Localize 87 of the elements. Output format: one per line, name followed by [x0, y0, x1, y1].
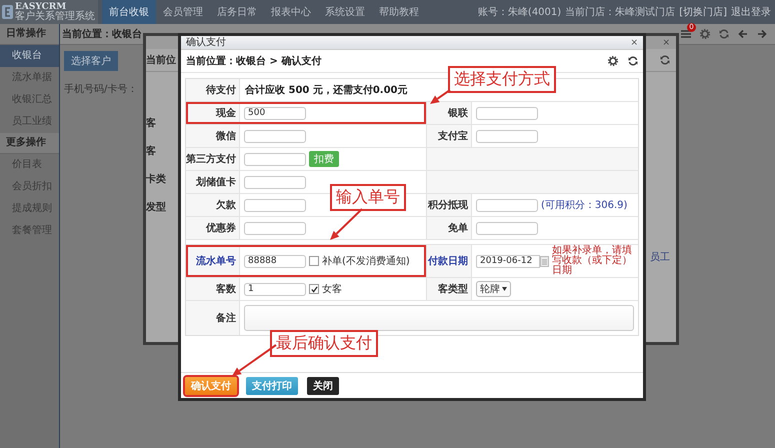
field-label: 微信: [186, 125, 240, 147]
breadcrumb: 当前位置：收银台: [62, 28, 142, 41]
date-hint: 如果补录单，请填写收款（或下定）日期: [552, 245, 633, 277]
callout-label: 最后确认支付: [270, 330, 378, 357]
callout-arrow: [430, 89, 451, 104]
input-field[interactable]: [244, 130, 306, 142]
account-link[interactable]: [切换门店]: [679, 5, 727, 19]
forward-arrow-icon[interactable]: [757, 29, 767, 39]
nav-tab[interactable]: 帮助教程: [372, 0, 426, 24]
close-button[interactable]: 关闭: [307, 377, 339, 395]
nav-tab[interactable]: 报表中心: [264, 0, 318, 24]
input-field[interactable]: [244, 198, 306, 212]
deduct-button[interactable]: 扣费: [309, 151, 339, 167]
sidebar-item[interactable]: 收银台: [0, 45, 59, 67]
field-label: 发型: [146, 200, 166, 214]
close-button[interactable]: ×: [662, 38, 670, 48]
callout-arrow: [330, 208, 363, 240]
field-label: 待支付: [186, 79, 240, 101]
checkbox[interactable]: [309, 284, 319, 294]
field-label: 银联: [426, 102, 472, 124]
input-field[interactable]: [244, 152, 306, 166]
account-info: 当前门店：朱峰测试门店: [565, 6, 676, 19]
field-label: 优惠券: [186, 217, 240, 239]
print-button[interactable]: 支付打印: [246, 377, 298, 395]
refresh-icon[interactable]: [628, 56, 638, 66]
field-label: 免单: [426, 217, 472, 239]
field-label: 客: [146, 116, 157, 130]
field-label: 积分抵现: [426, 194, 472, 216]
field-label: 第三方支付: [186, 148, 240, 170]
breadcrumb: 当前位: [146, 54, 176, 67]
phone-label: 手机号码/卡号：: [64, 82, 138, 96]
logo-subtitle: 客户关系管理系统: [15, 12, 95, 22]
field-label: 划储值卡: [186, 171, 240, 193]
input-field[interactable]: 500: [244, 106, 306, 120]
callout-label: 选择支付方式: [448, 66, 556, 93]
input-field[interactable]: [476, 222, 538, 234]
field-label: 客: [146, 144, 157, 158]
breadcrumb: 当前位置：收银台 > 确认支付: [186, 54, 322, 68]
refresh-icon[interactable]: [660, 55, 670, 65]
field-label: 流水单号: [186, 245, 240, 277]
caret-icon: [502, 287, 507, 291]
nav-tab[interactable]: 会员管理: [156, 0, 210, 24]
field-label: 卡类: [146, 172, 166, 186]
nav-tab[interactable]: 系统设置: [318, 0, 372, 24]
dropdown-value: 轮牌: [480, 283, 500, 296]
field-label: 现金: [186, 102, 240, 124]
logo-title: EASYCRM: [15, 2, 66, 12]
amount-summary: 合计应收 500 元，还需支付0.00元: [244, 83, 408, 98]
input-field[interactable]: [476, 130, 538, 142]
points-note: (可用积分：306.9): [541, 199, 628, 212]
checkbox[interactable]: [309, 256, 319, 266]
input-field[interactable]: [244, 176, 306, 188]
nav-tab[interactable]: 前台收银: [102, 0, 156, 24]
account-link[interactable]: 退出登录: [731, 5, 771, 19]
check-icon: [310, 286, 318, 292]
input-field[interactable]: [476, 106, 538, 120]
back-arrow-icon[interactable]: [738, 29, 748, 39]
checkbox-label: 女客: [322, 282, 342, 296]
dialog-title: 确认支付: [186, 36, 226, 48]
field-label: 客数: [186, 278, 240, 300]
input-field[interactable]: 2019-06-12: [476, 254, 540, 268]
field-label: 客类型: [426, 278, 472, 300]
input-field[interactable]: [244, 222, 306, 234]
input-field[interactable]: 1: [244, 282, 306, 296]
input-field[interactable]: 88888: [244, 254, 306, 268]
field-label: 欠款: [186, 194, 240, 216]
sidebar-heading: 更多操作: [0, 133, 59, 154]
dropdown[interactable]: 轮牌: [476, 281, 511, 297]
staff-link[interactable]: 员工: [650, 252, 670, 263]
confirm-button[interactable]: 确认支付: [185, 377, 237, 395]
nav-tab[interactable]: 店务日常: [210, 0, 264, 24]
sidebar-heading: 日常操作: [0, 24, 59, 45]
input-field[interactable]: [476, 198, 538, 212]
logo-icon: [2, 5, 13, 19]
field-label: 付款日期: [426, 245, 472, 277]
list-icon[interactable]: [681, 29, 691, 39]
select-customer-button[interactable]: 选择客户: [64, 51, 118, 71]
close-button[interactable]: ×: [630, 38, 638, 48]
field-label: 支付宝: [426, 125, 472, 147]
account-info: 账号：朱峰(4001): [478, 6, 562, 19]
callout-arrow: [232, 344, 277, 376]
callout-label: 输入单号: [330, 184, 406, 211]
remarks-field[interactable]: [244, 305, 634, 331]
checkbox-label: 补单(不发消费通知): [322, 254, 410, 268]
calendar-icon[interactable]: [540, 256, 549, 266]
settings-icon[interactable]: [608, 56, 618, 66]
field-label: 备注: [186, 301, 240, 335]
